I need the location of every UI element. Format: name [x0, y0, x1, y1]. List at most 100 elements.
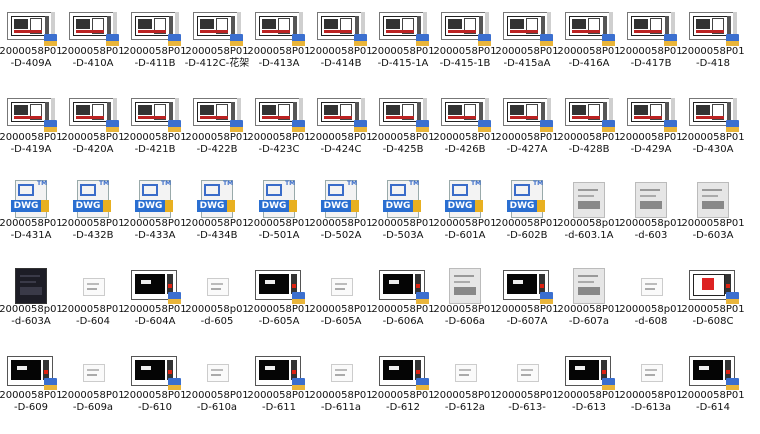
file-item[interactable]: TM DWG 2000058P01-D-602B — [495, 174, 559, 262]
file-item[interactable]: 2000058P01-D-426B — [433, 88, 497, 176]
file-item[interactable]: 2000058P01-D-429A — [619, 88, 683, 176]
file-item[interactable]: TM DWG 2000058P01-D-433A — [123, 174, 187, 262]
file-thumbnail[interactable] — [689, 352, 739, 390]
file-item[interactable]: 2000058P01-D-613a — [619, 346, 683, 434]
file-item[interactable]: 2000058P01-D-415-1A — [371, 2, 435, 90]
file-thumbnail[interactable] — [317, 352, 365, 386]
file-item[interactable]: 2000058P01-D-422B — [185, 88, 249, 176]
file-item[interactable]: 2000058P01-D-612 — [371, 346, 435, 434]
file-thumbnail[interactable] — [193, 352, 241, 386]
file-item[interactable]: 2000058P01-D-424C — [309, 88, 373, 176]
file-item[interactable]: 2000058P01-D-606a — [433, 260, 497, 348]
file-thumbnail[interactable] — [131, 352, 181, 390]
file-thumbnail[interactable]: TM DWG — [317, 180, 365, 218]
file-item[interactable]: 2000058P01-D-410A — [61, 2, 125, 90]
file-thumbnail[interactable] — [441, 266, 489, 304]
file-thumbnail[interactable] — [379, 94, 429, 132]
file-thumbnail[interactable] — [7, 8, 57, 46]
file-item[interactable]: 2000058P01-D-411B — [123, 2, 187, 90]
file-thumbnail[interactable] — [69, 94, 119, 132]
file-item[interactable]: 2000058P01-D-428B — [557, 88, 621, 176]
file-item[interactable]: 2000058P01-D-607a — [557, 260, 621, 348]
file-item[interactable]: 2000058P01-D-430A — [681, 88, 745, 176]
file-item[interactable]: 2000058p01-d-605 — [185, 260, 249, 348]
file-thumbnail[interactable] — [255, 266, 305, 304]
file-thumbnail[interactable] — [193, 8, 243, 46]
file-item[interactable]: 2000058P01-D-413A — [247, 2, 311, 90]
file-item[interactable]: 2000058P01-D-607A — [495, 260, 559, 348]
file-thumbnail[interactable] — [7, 94, 57, 132]
file-thumbnail[interactable] — [131, 94, 181, 132]
file-thumbnail[interactable]: TM DWG — [379, 180, 427, 218]
file-thumbnail[interactable] — [627, 266, 675, 300]
file-thumbnail[interactable] — [7, 266, 55, 304]
file-item[interactable]: 2000058p01-d-608 — [619, 260, 683, 348]
file-thumbnail[interactable] — [193, 266, 241, 300]
file-item[interactable]: TM DWG 2000058P01-D-501A — [247, 174, 311, 262]
file-item[interactable]: 2000058P01-D-603A — [681, 174, 745, 262]
file-item[interactable]: TM DWG 2000058P01-D-502A — [309, 174, 373, 262]
file-item[interactable]: 2000058P01-D-419A — [0, 88, 63, 176]
file-thumbnail[interactable]: TM DWG — [503, 180, 551, 218]
file-thumbnail[interactable] — [627, 180, 675, 218]
file-thumbnail[interactable] — [441, 8, 491, 46]
file-thumbnail[interactable] — [317, 94, 367, 132]
file-thumbnail[interactable] — [131, 8, 181, 46]
file-item[interactable]: 2000058P01-D-415-1B — [433, 2, 497, 90]
file-thumbnail[interactable]: TM DWG — [441, 180, 489, 218]
file-thumbnail[interactable] — [379, 352, 429, 390]
file-item[interactable]: 2000058P01-D-613- — [495, 346, 559, 434]
file-thumbnail[interactable] — [193, 94, 243, 132]
file-thumbnail[interactable] — [503, 94, 553, 132]
file-thumbnail[interactable] — [7, 352, 57, 390]
file-item[interactable]: 2000058P01-D-606A — [371, 260, 435, 348]
file-thumbnail[interactable] — [627, 352, 675, 386]
file-item[interactable]: 2000058P01-D-409A — [0, 2, 63, 90]
file-thumbnail[interactable] — [565, 266, 613, 304]
file-thumbnail[interactable] — [69, 266, 117, 300]
file-item[interactable]: 2000058p01-d-603 — [619, 174, 683, 262]
file-item[interactable]: TM DWG 2000058P01-D-503A — [371, 174, 435, 262]
file-thumbnail[interactable] — [317, 266, 365, 300]
file-item[interactable]: 2000058P01-D-414B — [309, 2, 373, 90]
file-thumbnail[interactable]: TM DWG — [131, 180, 179, 218]
file-thumbnail[interactable] — [317, 8, 367, 46]
file-item[interactable]: 2000058P01-D-610a — [185, 346, 249, 434]
file-item[interactable]: 2000058P01-D-604A — [123, 260, 187, 348]
file-thumbnail[interactable] — [69, 352, 117, 386]
file-item[interactable]: TM DWG 2000058P01-D-434B — [185, 174, 249, 262]
file-thumbnail[interactable] — [689, 266, 739, 304]
file-item[interactable]: TM DWG 2000058P01-D-601A — [433, 174, 497, 262]
file-item[interactable]: 2000058P01-D-605A — [309, 260, 373, 348]
file-item[interactable]: 2000058P01-D-612a — [433, 346, 497, 434]
file-item[interactable]: 2000058P01-D-613 — [557, 346, 621, 434]
file-thumbnail[interactable] — [503, 8, 553, 46]
file-item[interactable]: 2000058P01-D-425B — [371, 88, 435, 176]
file-item[interactable]: 2000058P01-D-605A — [247, 260, 311, 348]
file-item[interactable]: 2000058P01-D-427A — [495, 88, 559, 176]
file-thumbnail[interactable] — [379, 266, 429, 304]
file-item[interactable]: 2000058P01-D-412C-花架 — [185, 2, 249, 90]
file-thumbnail[interactable] — [503, 352, 551, 386]
file-thumbnail[interactable] — [565, 94, 615, 132]
file-item[interactable]: 2000058P01-D-423C — [247, 88, 311, 176]
file-item[interactable]: 2000058P01-D-608C — [681, 260, 745, 348]
file-item[interactable]: 2000058P01-D-420A — [61, 88, 125, 176]
file-item[interactable]: 2000058P01-D-415aA — [495, 2, 559, 90]
file-item[interactable]: TM DWG 2000058P01-D-431A — [0, 174, 63, 262]
file-item[interactable]: 2000058P01-D-609a — [61, 346, 125, 434]
file-thumbnail[interactable] — [627, 94, 677, 132]
file-thumbnail[interactable] — [565, 180, 613, 218]
file-thumbnail[interactable] — [131, 266, 181, 304]
file-item[interactable]: 2000058P01-D-611 — [247, 346, 311, 434]
file-thumbnail[interactable] — [689, 8, 739, 46]
file-item[interactable]: 2000058P01-D-609 — [0, 346, 63, 434]
file-item[interactable]: TM DWG 2000058P01-D-432B — [61, 174, 125, 262]
file-thumbnail[interactable] — [255, 352, 305, 390]
file-item[interactable]: 2000058P01-D-416A — [557, 2, 621, 90]
file-thumbnail[interactable] — [565, 8, 615, 46]
file-thumbnail[interactable]: TM DWG — [255, 180, 303, 218]
file-thumbnail[interactable] — [379, 8, 429, 46]
file-item[interactable]: 2000058p01-d-603.1A — [557, 174, 621, 262]
file-thumbnail[interactable] — [627, 8, 677, 46]
